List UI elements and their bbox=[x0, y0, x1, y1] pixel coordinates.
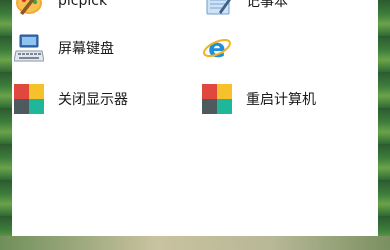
svg-text:e: e bbox=[208, 34, 226, 63]
internet-explorer-icon: e bbox=[202, 33, 232, 64]
tile-icon bbox=[202, 84, 232, 114]
app-launcher-panel: picpick 记事本 屏幕键盘 e 关闭显示器 重启计算机 bbox=[12, 0, 378, 236]
tile-yellow bbox=[29, 84, 44, 99]
picpick-icon bbox=[14, 0, 44, 16]
launcher-item-label: picpick bbox=[58, 0, 108, 9]
launcher-item-restart-computer[interactable]: 重启计算机 bbox=[202, 84, 316, 114]
tile-icon bbox=[14, 84, 44, 114]
launcher-item-label: 关闭显示器 bbox=[58, 92, 128, 108]
launcher-item-label: 重启计算机 bbox=[246, 92, 316, 108]
launcher-item-label: 屏幕键盘 bbox=[58, 41, 114, 57]
tile-teal bbox=[217, 99, 232, 114]
notepad-icon bbox=[202, 0, 232, 16]
desktop-wallpaper-right bbox=[378, 0, 390, 236]
desktop-wallpaper-left bbox=[0, 0, 12, 236]
tile-dark bbox=[202, 99, 217, 114]
tile-teal bbox=[29, 99, 44, 114]
launcher-item-label: 记事本 bbox=[246, 0, 288, 10]
tile-red bbox=[202, 84, 217, 99]
keyboard-icon bbox=[13, 33, 45, 63]
launcher-item-picpick[interactable]: picpick bbox=[14, 0, 107, 16]
launcher-item-notepad[interactable]: 记事本 bbox=[202, 0, 288, 16]
launcher-item-on-screen-keyboard[interactable]: 屏幕键盘 bbox=[13, 33, 114, 63]
tile-red bbox=[14, 84, 29, 99]
desktop-wallpaper-bottom bbox=[0, 236, 390, 250]
tile-dark bbox=[14, 99, 29, 114]
tile-yellow bbox=[217, 84, 232, 99]
launcher-item-turn-off-display[interactable]: 关闭显示器 bbox=[14, 84, 128, 114]
launcher-item-internet-explorer[interactable]: e bbox=[202, 33, 246, 64]
